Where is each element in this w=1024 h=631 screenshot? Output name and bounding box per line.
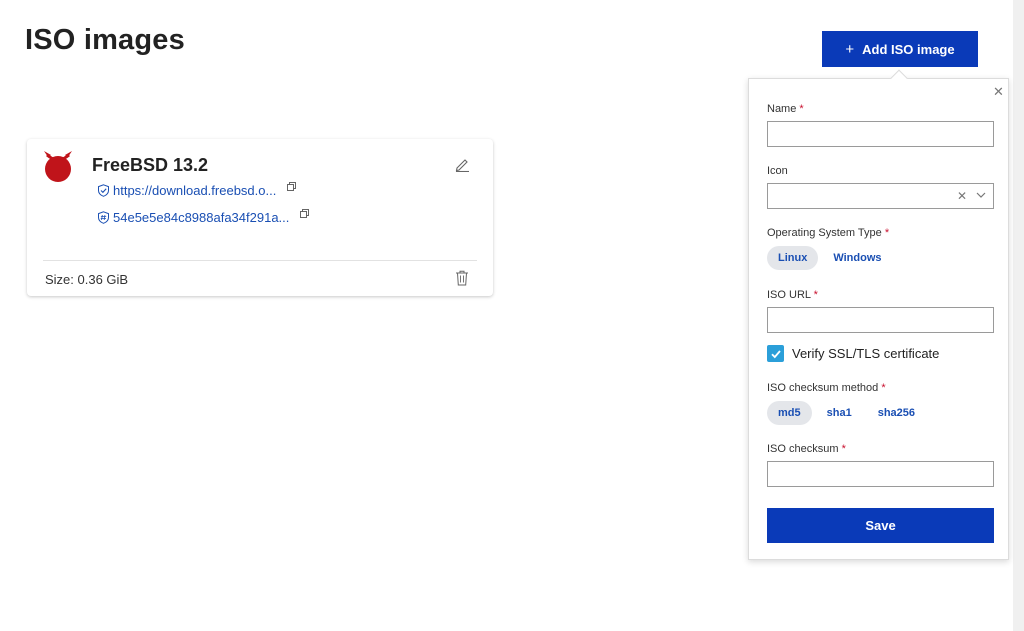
iso-url-link[interactable]: https://download.freebsd.o... [113, 183, 276, 198]
iso-url-input[interactable] [767, 307, 994, 333]
popover-arrow [890, 69, 908, 87]
page-title: ISO images [25, 24, 185, 56]
trash-icon[interactable] [455, 270, 469, 286]
verify-ssl-row: Verify SSL/TLS certificate [767, 345, 939, 362]
edit-pencil-icon[interactable] [454, 156, 470, 172]
os-option-windows[interactable]: Windows [822, 246, 892, 270]
iso-checksum-label: ISO checksum * [767, 443, 846, 455]
iso-checksum-label-text: ISO checksum [767, 443, 839, 455]
checksum-method-label-text: ISO checksum method [767, 382, 879, 394]
verify-ssl-checkbox[interactable] [767, 345, 784, 362]
card-divider [43, 260, 477, 261]
iso-image-name: FreeBSD 13.2 [92, 155, 209, 175]
add-iso-image-popover: ✕ Name * Icon ✕ Operating System Type * … [748, 69, 1009, 560]
os-type-label: Operating System Type * [767, 227, 889, 239]
shield-hash-icon [98, 211, 109, 224]
name-label-text: Name [767, 103, 797, 115]
iso-size: Size: 0.36 GiB [45, 272, 129, 287]
check-icon [770, 349, 781, 358]
add-iso-image-label: Add ISO image [862, 41, 955, 57]
iso-url-label-text: ISO URL [767, 289, 811, 301]
iso-image-card: FreeBSD 13.2 https://download.freebsd.o.… [27, 139, 493, 296]
clear-icon[interactable]: ✕ [957, 189, 967, 203]
freebsd-logo-icon [44, 151, 72, 182]
required-mark: * [813, 289, 818, 301]
copy-icon[interactable] [287, 182, 297, 191]
checksum-method-label: ISO checksum method * [767, 382, 886, 394]
iso-checksum-value[interactable]: 54e5e5e84c8988afa34f291a... [113, 210, 289, 225]
required-mark: * [884, 227, 890, 239]
name-label: Name * [767, 103, 804, 115]
icon-label: Icon [767, 165, 788, 177]
checksum-option-sha256[interactable]: sha256 [867, 401, 926, 425]
checksum-option-md5[interactable]: md5 [767, 401, 812, 425]
save-button[interactable]: Save [767, 508, 994, 543]
verify-ssl-label: Verify SSL/TLS certificate [792, 346, 940, 361]
close-icon[interactable]: ✕ [993, 85, 1004, 98]
shield-check-icon [98, 184, 109, 197]
add-iso-image-button[interactable]: + Add ISO image [822, 31, 978, 67]
iso-checksum-input[interactable] [767, 461, 994, 487]
required-mark: * [881, 382, 886, 394]
page-scrollbar[interactable] [1013, 0, 1024, 631]
os-type-options: Linux Windows [767, 246, 893, 270]
checksum-method-options: md5 sha1 sha256 [767, 401, 926, 425]
required-mark: * [841, 443, 846, 455]
os-type-label-text: Operating System Type [767, 227, 882, 239]
chevron-down-icon[interactable] [975, 189, 987, 201]
copy-icon[interactable] [300, 209, 310, 218]
icon-select[interactable]: ✕ [767, 183, 994, 209]
plus-icon: + [845, 40, 855, 58]
required-mark: * [799, 103, 804, 115]
os-option-linux[interactable]: Linux [767, 246, 819, 270]
name-input[interactable] [767, 121, 994, 147]
iso-url-label: ISO URL * [767, 289, 818, 301]
iso-url-row: https://download.freebsd.o... [97, 182, 297, 198]
checksum-option-sha1[interactable]: sha1 [816, 401, 863, 425]
iso-checksum-row: 54e5e5e84c8988afa34f291a... [97, 209, 310, 225]
